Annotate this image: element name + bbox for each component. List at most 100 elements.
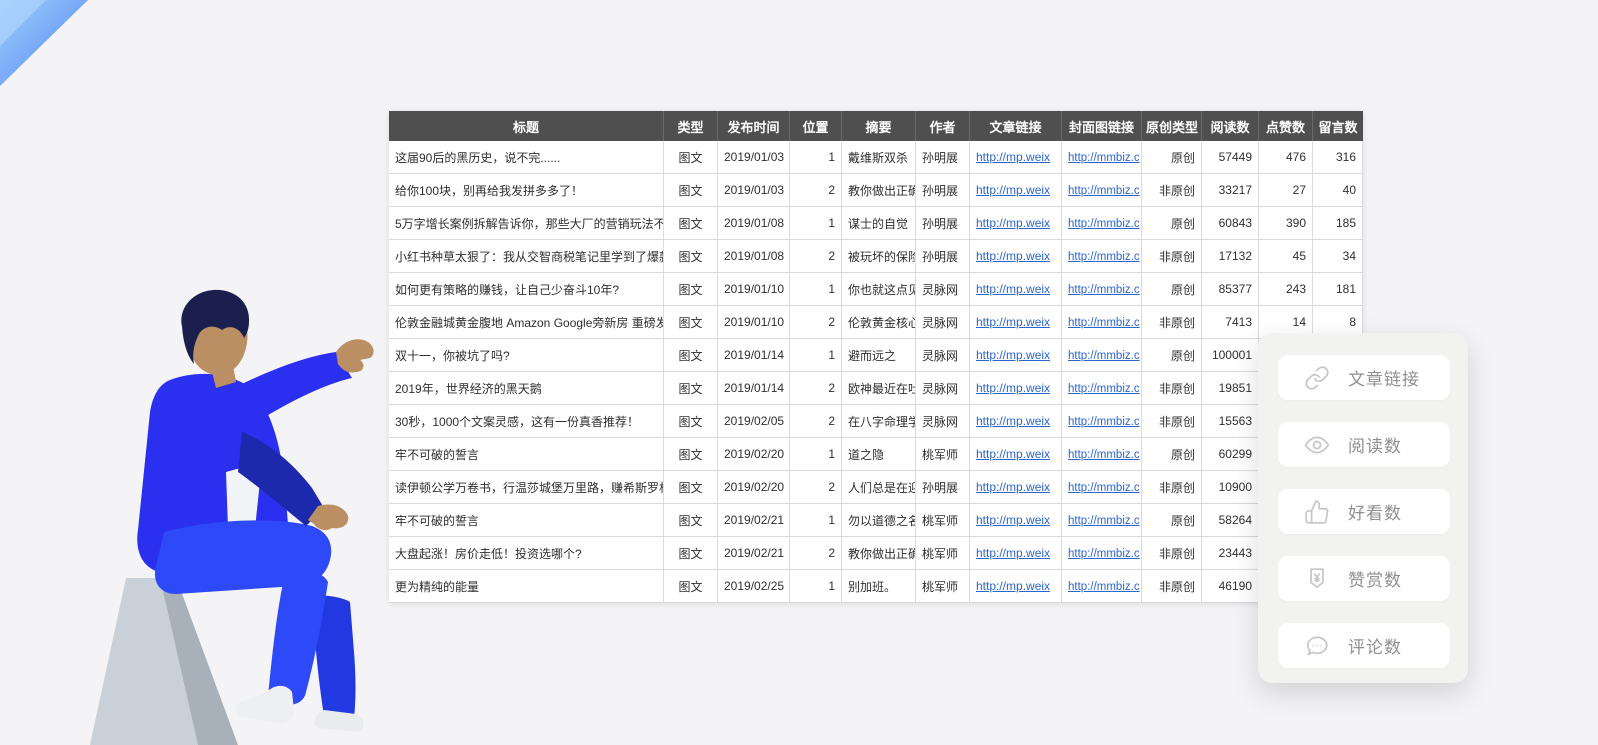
cell-article_link: http://mp.weix [970,207,1062,240]
cell-date: 2019/02/21 [718,504,790,537]
column-header-reads: 阅读数 [1202,111,1259,141]
menu-item-article-link[interactable]: 文章链接 [1278,355,1450,400]
cell-cover_link: http://mmbiz.c [1062,372,1142,405]
cell-reads: 60299 [1202,438,1259,471]
cover_link[interactable]: http://mmbiz.c [1068,185,1140,197]
cell-likes: 27 [1259,174,1313,207]
cell-type: 图文 [664,306,718,339]
cell-type: 图文 [664,570,718,603]
cell-reads: 33217 [1202,174,1259,207]
menu-item-likes[interactable]: 好看数 [1278,489,1450,534]
cover_link[interactable]: http://mmbiz.c [1068,218,1140,230]
cell-original_type: 原创 [1142,438,1202,471]
cell-title: 双十一，你被坑了吗? [389,339,664,372]
cell-summary: 教你做出正确 [842,174,916,207]
cell-likes: 476 [1259,141,1313,174]
cell-position: 2 [790,306,842,339]
cell-position: 1 [790,207,842,240]
cell-cover_link: http://mmbiz.c [1062,174,1142,207]
cell-position: 2 [790,372,842,405]
article_link[interactable]: http://mp.weix [976,183,1050,197]
cell-cover_link: http://mmbiz.c [1062,570,1142,603]
cell-type: 图文 [664,471,718,504]
cell-title: 如何更有策略的赚钱，让自己少奋斗10年? [389,273,664,306]
cover_link[interactable]: http://mmbiz.c [1068,383,1140,395]
cell-type: 图文 [664,174,718,207]
column-header-original_type: 原创类型 [1142,111,1202,141]
cell-summary: 道之隐 [842,438,916,471]
article_link[interactable]: http://mp.weix [976,150,1050,164]
article_link[interactable]: http://mp.weix [976,348,1050,362]
cell-cover_link: http://mmbiz.c [1062,537,1142,570]
cell-title: 2019年，世界经济的黑天鹅 [389,372,664,405]
cell-author: 灵脉网 [916,273,970,306]
cover_link[interactable]: http://mmbiz.c [1068,284,1140,296]
article_link[interactable]: http://mp.weix [976,381,1050,395]
cell-title: 读伊顿公学万卷书，行温莎城堡万里路，赚希斯罗机场 [389,471,664,504]
cell-title: 5万字增长案例拆解告诉你，那些大厂的营销玩法不过如 [389,207,664,240]
cell-article_link: http://mp.weix [970,174,1062,207]
cell-date: 2019/01/03 [718,174,790,207]
cover_link[interactable]: http://mmbiz.c [1068,416,1140,428]
articles-table: 标题类型发布时间位置摘要作者文章链接封面图链接原创类型阅读数点赞数留言数 这届9… [389,111,1363,603]
cell-original_type: 原创 [1142,273,1202,306]
cover_link[interactable]: http://mmbiz.c [1068,581,1140,593]
cell-author: 桃军师 [916,504,970,537]
menu-item-reads[interactable]: 阅读数 [1278,422,1450,467]
cell-summary: 戴维斯双杀 [842,141,916,174]
cover_link[interactable]: http://mmbiz.c [1068,449,1140,461]
article_link[interactable]: http://mp.weix [976,579,1050,593]
article_link[interactable]: http://mp.weix [976,282,1050,296]
cell-reads: 100001 [1202,339,1259,372]
cell-reads: 23443 [1202,537,1259,570]
cover_link[interactable]: http://mmbiz.c [1068,515,1140,527]
cell-cover_link: http://mmbiz.c [1062,207,1142,240]
cell-reads: 10900 [1202,471,1259,504]
cell-cover_link: http://mmbiz.c [1062,141,1142,174]
cover_link[interactable]: http://mmbiz.c [1068,548,1140,560]
cover_link[interactable]: http://mmbiz.c [1068,482,1140,494]
cell-reads: 7413 [1202,306,1259,339]
cell-title: 更为精纯的能量 [389,570,664,603]
cell-date: 2019/02/05 [718,405,790,438]
cell-type: 图文 [664,240,718,273]
menu-item-comments[interactable]: 评论数 [1278,623,1450,668]
article_link[interactable]: http://mp.weix [976,513,1050,527]
cell-summary: 被玩坏的保险 [842,240,916,273]
article_link[interactable]: http://mp.weix [976,315,1050,329]
cell-comments: 316 [1313,141,1363,174]
cell-summary: 避而远之 [842,339,916,372]
article_link[interactable]: http://mp.weix [976,414,1050,428]
cell-author: 灵脉网 [916,372,970,405]
table-body: 这届90后的黑历史，说不完......图文2019/01/031戴维斯双杀孙明展… [389,141,1363,603]
menu-item-rewards[interactable]: 赞赏数 [1278,556,1450,601]
cell-position: 1 [790,438,842,471]
cell-original_type: 原创 [1142,339,1202,372]
cell-date: 2019/02/20 [718,471,790,504]
article_link[interactable]: http://mp.weix [976,546,1050,560]
cell-comments: 34 [1313,240,1363,273]
table-row: 如何更有策略的赚钱，让自己少奋斗10年?图文2019/01/101你也就这点见灵… [389,273,1363,306]
table-row: 牢不可破的誓言图文2019/02/211勿以道德之名桃军师http://mp.w… [389,504,1363,537]
article_link[interactable]: http://mp.weix [976,216,1050,230]
cover_link[interactable]: http://mmbiz.c [1068,350,1140,362]
cell-cover_link: http://mmbiz.c [1062,273,1142,306]
table-row: 读伊顿公学万卷书，行温莎城堡万里路，赚希斯罗机场图文2019/02/202人们总… [389,471,1363,504]
article_link[interactable]: http://mp.weix [976,480,1050,494]
article_link[interactable]: http://mp.weix [976,249,1050,263]
article_link[interactable]: http://mp.weix [976,447,1050,461]
cell-original_type: 原创 [1142,141,1202,174]
cell-title: 大盘起涨！房价走低！投资选哪个? [389,537,664,570]
cell-summary: 教你做出正确 [842,537,916,570]
cover_link[interactable]: http://mmbiz.c [1068,317,1140,329]
cell-date: 2019/02/25 [718,570,790,603]
table-row: 这届90后的黑历史，说不完......图文2019/01/031戴维斯双杀孙明展… [389,141,1363,174]
field-menu: 文章链接 阅读数 好看数 赞赏数 [1258,333,1468,683]
column-header-cover_link: 封面图链接 [1062,111,1142,141]
cover_link[interactable]: http://mmbiz.c [1068,251,1140,263]
cell-summary: 欧神最近在吐 [842,372,916,405]
cell-original_type: 非原创 [1142,471,1202,504]
cell-article_link: http://mp.weix [970,372,1062,405]
cover_link[interactable]: http://mmbiz.c [1068,152,1140,164]
cell-comments: 181 [1313,273,1363,306]
